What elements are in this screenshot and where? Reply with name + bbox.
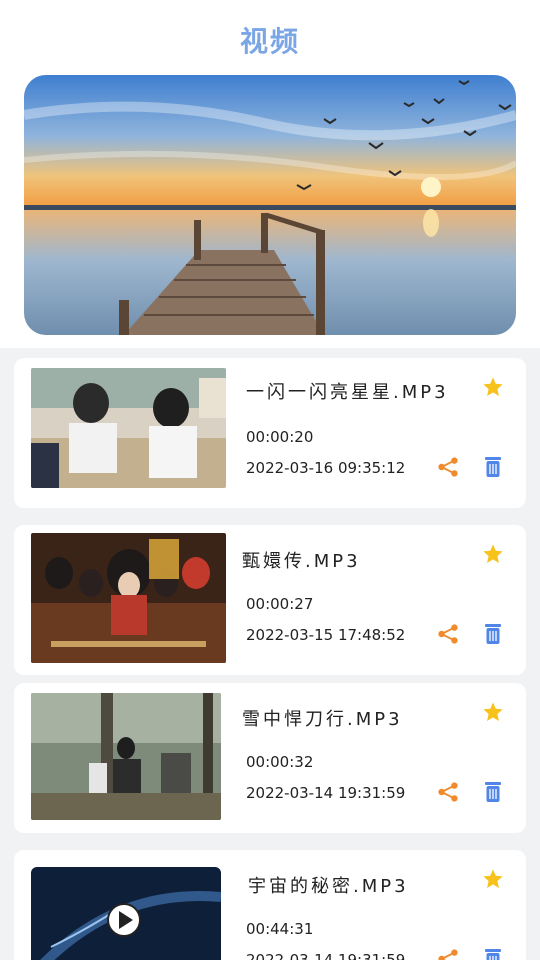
video-card[interactable]: 宇宙的秘密.MP3 00:44:31 2022-03-14 19:31:59 <box>14 850 526 960</box>
video-name: 甄嬛传.MP3 <box>242 551 361 572</box>
video-name: 宇宙的秘密.MP3 <box>248 876 409 897</box>
share-icon[interactable] <box>437 623 459 645</box>
video-duration: 00:00:20 <box>246 428 314 446</box>
trash-icon[interactable] <box>484 456 502 478</box>
trash-icon[interactable] <box>484 623 502 645</box>
header-area: 视频 <box>0 0 540 348</box>
share-icon[interactable] <box>437 456 459 478</box>
trash-icon[interactable] <box>484 948 502 960</box>
video-thumbnail[interactable] <box>31 533 226 663</box>
video-name: 雪中悍刀行.MP3 <box>242 709 403 730</box>
video-date: 2022-03-14 19:31:59 <box>246 784 406 802</box>
star-icon[interactable] <box>482 376 504 398</box>
video-card[interactable]: 甄嬛传.MP3 00:00:27 2022-03-15 17:48:52 <box>14 525 526 675</box>
video-duration: 00:00:27 <box>246 595 314 613</box>
video-thumbnail[interactable] <box>31 693 221 820</box>
star-icon[interactable] <box>482 868 504 890</box>
video-card[interactable]: 雪中悍刀行.MP3 00:00:32 2022-03-14 19:31:59 <box>14 683 526 833</box>
video-date: 2022-03-15 17:48:52 <box>246 626 406 644</box>
video-date: 2022-03-14 19:31:59 <box>246 951 406 960</box>
share-icon[interactable] <box>437 948 459 960</box>
page-title: 视频 <box>239 25 300 58</box>
banner-image[interactable] <box>24 75 516 335</box>
star-icon[interactable] <box>482 543 504 565</box>
video-thumbnail[interactable] <box>31 368 226 488</box>
video-duration: 00:44:31 <box>246 920 314 938</box>
video-date: 2022-03-16 09:35:12 <box>246 459 406 477</box>
video-card[interactable]: 一闪一闪亮星星.MP3 00:00:20 2022-03-16 09:35:12 <box>14 358 526 508</box>
video-duration: 00:00:32 <box>246 753 314 771</box>
share-icon[interactable] <box>437 781 459 803</box>
star-icon[interactable] <box>482 701 504 723</box>
trash-icon[interactable] <box>484 781 502 803</box>
video-name: 一闪一闪亮星星.MP3 <box>246 382 449 403</box>
video-thumbnail[interactable] <box>31 867 221 960</box>
sunset-pier-image <box>24 75 516 335</box>
